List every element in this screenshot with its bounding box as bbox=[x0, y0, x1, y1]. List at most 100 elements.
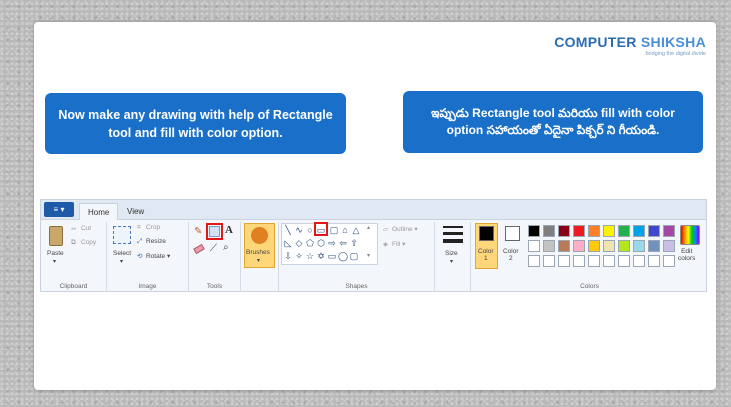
palette-color-swatch[interactable] bbox=[633, 225, 645, 237]
palette-color-swatch[interactable] bbox=[663, 255, 675, 267]
palette-color-swatch[interactable] bbox=[588, 225, 600, 237]
edit-colors-button[interactable]: Edit colors bbox=[678, 248, 695, 262]
palette-color-swatch[interactable] bbox=[558, 240, 570, 252]
tab-view[interactable]: View bbox=[119, 203, 152, 220]
crop-button[interactable]: Crop bbox=[146, 224, 160, 231]
cut-icon[interactable]: ✂ bbox=[71, 225, 76, 233]
size-dropdown-icon[interactable]: ▾ bbox=[450, 258, 453, 265]
rounded-rectangle-shape-icon[interactable]: ▢ bbox=[329, 225, 339, 235]
down-arrow-shape-icon[interactable]: ⇩ bbox=[283, 251, 293, 261]
brushes-dropdown-icon[interactable]: ▾ bbox=[257, 257, 260, 264]
resize-button[interactable]: Resize bbox=[146, 238, 166, 245]
size-button[interactable]: Size bbox=[445, 250, 458, 257]
palette-color-swatch[interactable] bbox=[528, 255, 540, 267]
size-group: Size ▾ bbox=[435, 222, 471, 291]
palette-color-swatch[interactable] bbox=[603, 240, 615, 252]
copy-button[interactable]: Copy bbox=[81, 239, 96, 246]
palette-color-swatch[interactable] bbox=[663, 225, 675, 237]
select-dropdown-icon[interactable]: ▾ bbox=[120, 258, 123, 265]
text-tool-icon[interactable]: A bbox=[225, 224, 233, 236]
select-button[interactable]: Select bbox=[113, 250, 131, 257]
file-menu-button[interactable]: ≡ ▾ bbox=[44, 202, 74, 217]
four-point-star-shape-icon[interactable]: ✧ bbox=[294, 251, 304, 261]
five-point-star-shape-icon[interactable]: ☆ bbox=[305, 251, 315, 261]
color2-label[interactable]: Color 2 bbox=[503, 248, 519, 262]
fill-button[interactable]: Fill ▾ bbox=[392, 240, 405, 248]
palette-color-swatch[interactable] bbox=[528, 225, 540, 237]
paste-icon[interactable] bbox=[49, 226, 63, 246]
resize-icon[interactable]: ⤢ bbox=[137, 238, 142, 246]
shapes-scroll-up-icon[interactable]: ▴ bbox=[367, 224, 370, 231]
palette-color-swatch[interactable] bbox=[648, 240, 660, 252]
tab-home[interactable]: Home bbox=[79, 203, 119, 220]
six-point-star-shape-icon[interactable]: ✡ bbox=[316, 251, 326, 261]
copy-icon[interactable]: ⧉ bbox=[71, 239, 76, 247]
line-shape-icon[interactable]: ╲ bbox=[283, 225, 293, 235]
palette-color-swatch[interactable] bbox=[543, 255, 555, 267]
image-group: Select ▾ ⌗ Crop ⤢ Resize ⟲ Rotate ▾ Imag… bbox=[107, 222, 189, 291]
crop-icon[interactable]: ⌗ bbox=[137, 224, 141, 232]
edit-colors-icon[interactable] bbox=[680, 225, 700, 245]
palette-color-swatch[interactable] bbox=[618, 225, 630, 237]
palette-color-swatch[interactable] bbox=[648, 225, 660, 237]
colors-label: Colors bbox=[580, 283, 599, 290]
right-arrow-shape-icon[interactable]: ⇨ bbox=[327, 238, 337, 248]
callout-rect-shape-icon[interactable]: ▭ bbox=[327, 251, 337, 261]
palette-color-swatch[interactable] bbox=[603, 255, 615, 267]
size-line-1 bbox=[443, 226, 463, 228]
diamond-shape-icon[interactable]: ◇ bbox=[294, 238, 304, 248]
paste-dropdown-icon[interactable]: ▾ bbox=[53, 258, 56, 265]
palette-color-swatch[interactable] bbox=[588, 255, 600, 267]
palette-color-swatch[interactable] bbox=[618, 255, 630, 267]
palette-color-swatch[interactable] bbox=[543, 240, 555, 252]
slide: COMPUTER SHIKSHA bridging the digital di… bbox=[34, 22, 716, 390]
palette-color-swatch[interactable] bbox=[648, 255, 660, 267]
callout-oval-shape-icon[interactable]: ◯ bbox=[338, 251, 348, 261]
brushes-label: Brushes bbox=[246, 249, 270, 256]
colors-group: Color 1 Color 2 Edit colors Colors bbox=[471, 222, 708, 291]
color-picker-icon[interactable]: ⟋ bbox=[210, 243, 217, 254]
up-arrow-shape-icon[interactable]: ⇧ bbox=[349, 238, 359, 248]
palette-color-swatch[interactable] bbox=[633, 240, 645, 252]
ribbon-groups: Paste ▾ ✂ Cut ⧉ Copy Clipboard Select ▾ … bbox=[41, 222, 706, 292]
fill-tool-highlight bbox=[206, 223, 223, 240]
logo-tagline: bridging the digital divide bbox=[645, 51, 706, 57]
outline-button[interactable]: Outline ▾ bbox=[392, 225, 418, 233]
palette-color-swatch[interactable] bbox=[618, 240, 630, 252]
palette-color-swatch[interactable] bbox=[573, 255, 585, 267]
palette-color-swatch[interactable] bbox=[603, 225, 615, 237]
curve-shape-icon[interactable]: ∿ bbox=[294, 225, 304, 235]
size-line-2 bbox=[443, 232, 463, 235]
palette-color-swatch[interactable] bbox=[588, 240, 600, 252]
triangle-shape-icon[interactable]: △ bbox=[351, 225, 361, 235]
fill-icon[interactable]: ◈ bbox=[383, 240, 388, 248]
right-triangle-shape-icon[interactable]: ◺ bbox=[283, 238, 293, 248]
eraser-icon[interactable] bbox=[193, 243, 205, 255]
palette-color-swatch[interactable] bbox=[558, 255, 570, 267]
palette-color-swatch[interactable] bbox=[543, 225, 555, 237]
palette-color-swatch[interactable] bbox=[573, 225, 585, 237]
left-arrow-shape-icon[interactable]: ⇦ bbox=[338, 238, 348, 248]
rotate-button[interactable]: Rotate ▾ bbox=[146, 252, 170, 260]
shapes-group: ╲ ∿ ○ ▭ ▢ ⌂ △ ◺ ◇ ⬠ ⬡ ⇨ ⇦ ⇧ ⇩ ✧ ☆ ✡ ▭ ◯ bbox=[279, 222, 435, 291]
hexagon-shape-icon[interactable]: ⬡ bbox=[316, 238, 326, 248]
palette-color-swatch[interactable] bbox=[633, 255, 645, 267]
pentagon-shape-icon[interactable]: ⬠ bbox=[305, 238, 315, 248]
color2-swatch[interactable] bbox=[505, 226, 520, 241]
shapes-more-icon[interactable]: ▾ bbox=[367, 252, 370, 259]
outline-icon[interactable]: ▱ bbox=[383, 225, 388, 233]
size-line-3 bbox=[443, 239, 463, 243]
select-icon[interactable] bbox=[113, 226, 131, 244]
magnifier-icon[interactable]: ⌕ bbox=[223, 242, 229, 253]
image-label: Image bbox=[138, 283, 157, 290]
palette-color-swatch[interactable] bbox=[573, 240, 585, 252]
rotate-icon[interactable]: ⟲ bbox=[137, 252, 142, 260]
palette-color-swatch[interactable] bbox=[558, 225, 570, 237]
callout-cloud-shape-icon[interactable]: ▢ bbox=[349, 251, 359, 261]
cut-button[interactable]: Cut bbox=[81, 225, 91, 232]
pencil-icon[interactable]: ✎ bbox=[194, 226, 202, 237]
palette-color-swatch[interactable] bbox=[528, 240, 540, 252]
paste-button[interactable]: Paste bbox=[47, 250, 64, 257]
polygon-shape-icon[interactable]: ⌂ bbox=[340, 225, 350, 235]
palette-color-swatch[interactable] bbox=[663, 240, 675, 252]
